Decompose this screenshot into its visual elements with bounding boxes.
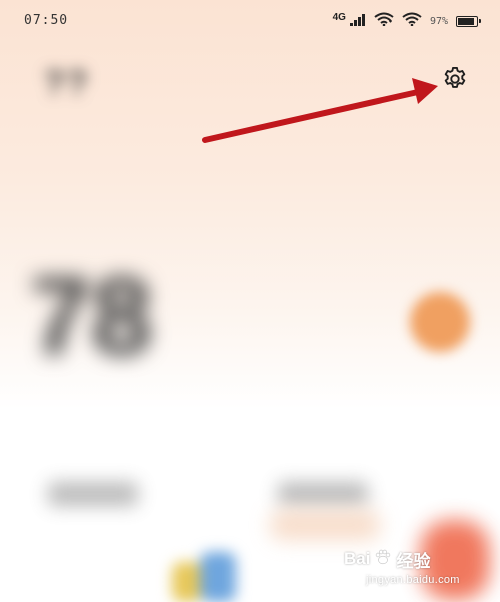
settings-button[interactable] <box>440 66 470 96</box>
page-title: ?? <box>44 64 90 102</box>
signal-strength-icon <box>349 13 366 31</box>
wifi-secondary-icon <box>402 12 422 31</box>
action-circle-button[interactable] <box>410 292 470 352</box>
status-time: 07:50 <box>24 13 69 28</box>
network-type-label: 4G <box>332 12 346 23</box>
watermark-brand: Bai 经验 <box>344 546 494 572</box>
blurred-menu-item-left[interactable] <box>48 482 138 506</box>
battery-percentage: 97% <box>429 16 448 27</box>
watermark-url: jingyan.baidu.com <box>366 574 460 586</box>
score-value: 78 <box>30 255 153 378</box>
watermark: Bai 经验 jingyan.baidu.com <box>344 546 494 598</box>
battery-level-fill <box>458 18 475 25</box>
paw-icon <box>374 548 392 571</box>
blurred-app-icon[interactable] <box>172 552 242 602</box>
battery-icon <box>456 16 481 27</box>
watermark-brand-suffix: 经验 <box>396 551 431 571</box>
blurred-highlight <box>270 510 380 540</box>
blurred-menu-item-right[interactable] <box>278 482 368 506</box>
watermark-brand-prefix: Bai <box>344 549 371 568</box>
wifi-icon <box>374 12 394 31</box>
status-icons: 4G 97% <box>332 12 481 31</box>
status-bar: 07:50 4G 97% <box>0 0 500 44</box>
gear-icon <box>441 65 469 98</box>
